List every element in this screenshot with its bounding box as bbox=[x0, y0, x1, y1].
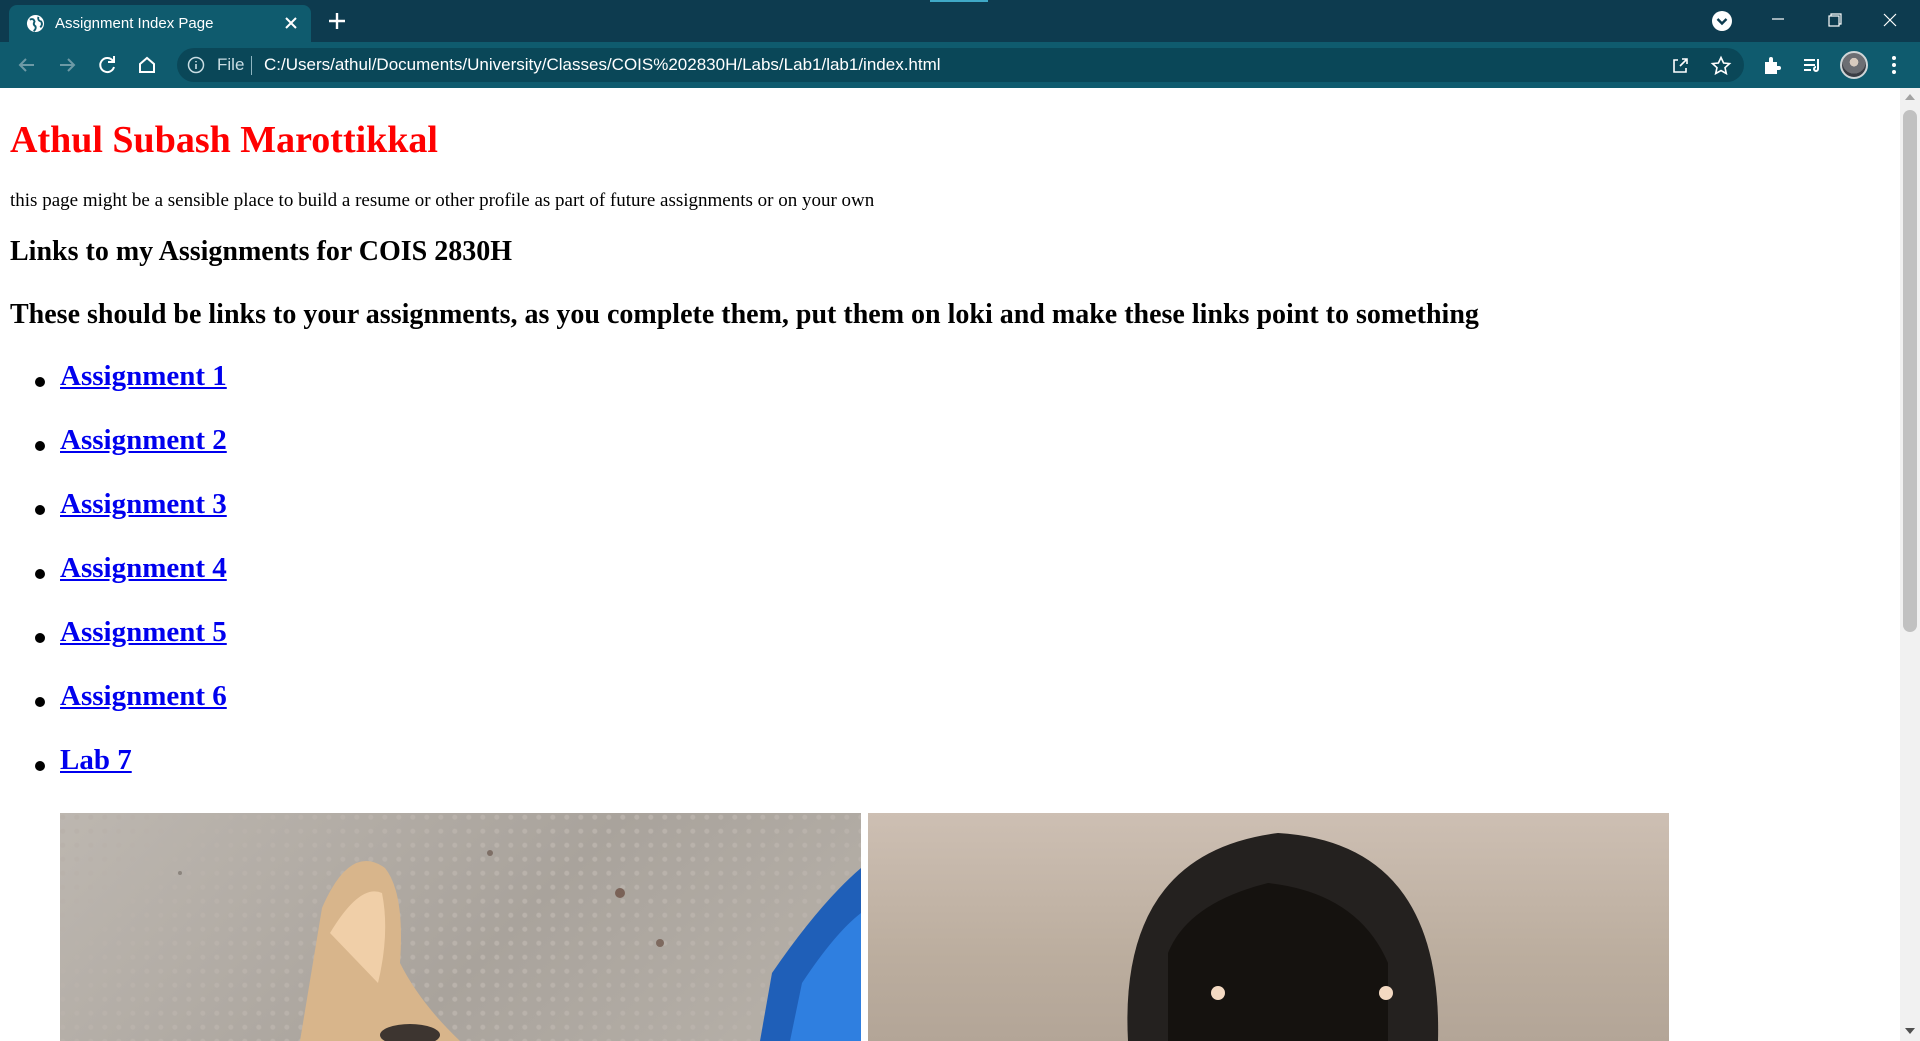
black-dog-photo-art bbox=[1127, 833, 1439, 1041]
page-viewport: Athul Subash Marottikkal this page might… bbox=[0, 88, 1900, 1041]
avatar[interactable] bbox=[1840, 51, 1868, 79]
forward-icon[interactable] bbox=[52, 50, 82, 80]
instructions-heading: These should be links to your assignment… bbox=[10, 299, 1479, 330]
bullet bbox=[35, 441, 45, 451]
minimize-icon[interactable] bbox=[1750, 0, 1806, 42]
star-icon[interactable] bbox=[1710, 55, 1732, 77]
black-dog-photo bbox=[868, 813, 1669, 1041]
link-assignment-1[interactable]: Assignment 1 bbox=[60, 360, 227, 393]
back-icon[interactable] bbox=[12, 50, 42, 80]
tab-strip: Assignment Index Page bbox=[0, 0, 1920, 42]
link-assignment-2[interactable]: Assignment 2 bbox=[60, 424, 227, 457]
page-scrollbar[interactable] bbox=[1900, 88, 1920, 1041]
new-tab-icon[interactable] bbox=[326, 10, 348, 32]
url-text[interactable]: C:/Users/athul/Documents/University/Clas… bbox=[264, 55, 941, 75]
divider bbox=[251, 56, 252, 75]
address-bar[interactable]: File C:/Users/athul/Documents/University… bbox=[177, 48, 1744, 82]
restore-icon[interactable] bbox=[1806, 0, 1862, 42]
tab-title: Assignment Index Page bbox=[55, 15, 214, 32]
extensions-icon[interactable] bbox=[1761, 54, 1783, 76]
scroll-down-icon[interactable] bbox=[1905, 1028, 1915, 1034]
home-icon[interactable] bbox=[132, 50, 162, 80]
scroll-up-icon[interactable] bbox=[1905, 94, 1915, 100]
scheme-label: File bbox=[217, 55, 245, 74]
bullet bbox=[35, 505, 45, 515]
bullet bbox=[35, 377, 45, 387]
reload-icon[interactable] bbox=[92, 50, 122, 80]
link-lab-7[interactable]: Lab 7 bbox=[60, 744, 132, 777]
assignments-heading: Links to my Assignments for COIS 2830H bbox=[10, 236, 513, 267]
bullet bbox=[35, 697, 45, 707]
tab-search-icon[interactable] bbox=[1710, 9, 1734, 33]
dog-photo-art bbox=[178, 850, 861, 1041]
bullet bbox=[35, 761, 45, 771]
bullet bbox=[35, 633, 45, 643]
intro-text: this page might be a sensible place to b… bbox=[10, 190, 875, 211]
share-icon[interactable] bbox=[1669, 55, 1691, 77]
tab-assignment-index[interactable]: Assignment Index Page bbox=[9, 5, 311, 42]
info-icon[interactable] bbox=[187, 56, 205, 74]
dog-photo bbox=[60, 813, 861, 1041]
bullet bbox=[35, 569, 45, 579]
browser-toolbar: File C:/Users/athul/Documents/University… bbox=[0, 42, 1920, 88]
window-close-icon[interactable] bbox=[1862, 0, 1918, 42]
menu-icon[interactable] bbox=[1883, 54, 1905, 76]
reading-list-icon[interactable] bbox=[1801, 54, 1823, 76]
globe-icon bbox=[26, 14, 45, 33]
tab-indicator bbox=[930, 0, 988, 2]
close-icon[interactable] bbox=[281, 13, 301, 33]
page-title: Athul Subash Marottikkal bbox=[10, 119, 438, 161]
link-assignment-5[interactable]: Assignment 5 bbox=[60, 616, 227, 649]
link-assignment-3[interactable]: Assignment 3 bbox=[60, 488, 227, 521]
scrollbar-thumb[interactable] bbox=[1903, 110, 1917, 632]
link-assignment-6[interactable]: Assignment 6 bbox=[60, 680, 227, 713]
link-assignment-4[interactable]: Assignment 4 bbox=[60, 552, 227, 585]
